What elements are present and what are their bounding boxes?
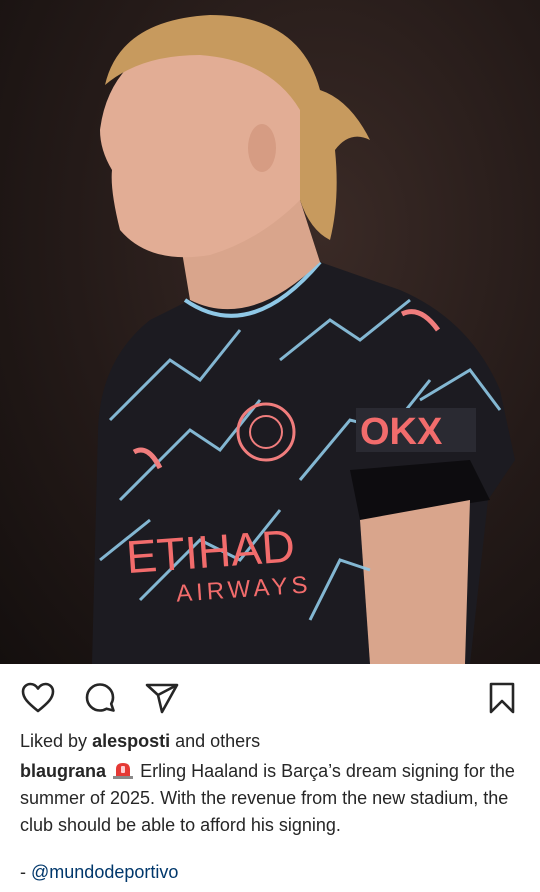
post-actions: [0, 664, 540, 726]
caption-credit: - @mundodeportivo: [0, 839, 540, 884]
post-image[interactable]: OKX ETIHAD AIRWAYS: [0, 0, 540, 664]
player-photo: OKX ETIHAD AIRWAYS: [92, 15, 515, 664]
ear: [248, 124, 276, 172]
like-button[interactable]: [20, 680, 56, 716]
bookmark-icon: [489, 682, 515, 714]
paper-plane-icon: [145, 683, 179, 714]
credit-prefix: -: [20, 862, 26, 882]
likes-suffix[interactable]: and others: [175, 731, 260, 751]
arm: [360, 500, 470, 664]
siren-emoji-icon: [113, 763, 134, 779]
caption-author[interactable]: blaugrana: [20, 761, 106, 781]
comment-button[interactable]: [82, 680, 118, 716]
heart-icon: [21, 682, 55, 713]
post-caption: blaugrana Erling Haaland is Barça’s drea…: [0, 753, 540, 839]
likes-line: Liked by alesposti and others: [0, 726, 540, 753]
save-button[interactable]: [484, 680, 520, 716]
share-button[interactable]: [144, 680, 180, 716]
comment-bubble-icon: [85, 683, 115, 712]
likes-prefix: Liked by: [20, 731, 88, 751]
liked-by-username[interactable]: alesposti: [92, 731, 170, 751]
credit-handle-link[interactable]: @mundodeportivo: [31, 862, 178, 882]
sleeve-sponsor-text: OKX: [360, 411, 443, 453]
